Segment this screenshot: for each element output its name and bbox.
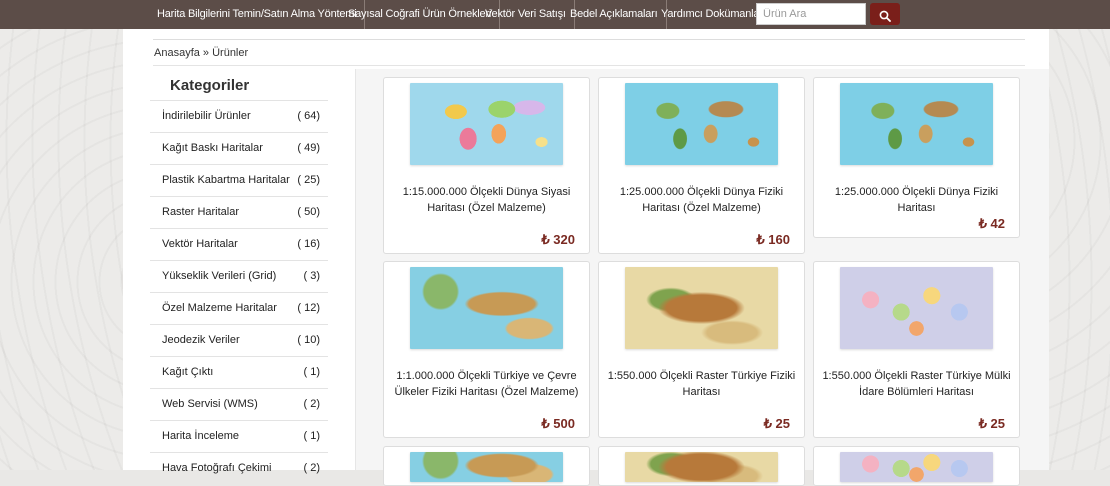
product-grid: 1:15.000.000 Ölçekli Dünya Siyasi Harita…: [356, 69, 1049, 486]
category-label: Kağıt Baskı Haritalar: [162, 142, 263, 154]
product-thumbnail-turkey-physical-map[interactable]: [625, 452, 778, 482]
category-item-vector[interactable]: Vektör Haritalar ( 16): [150, 228, 328, 260]
category-item-elevation-grid[interactable]: Yükseklik Verileri (Grid) ( 3): [150, 260, 328, 292]
nav-link-vector-sales[interactable]: Vektör Veri Satışı: [485, 0, 575, 29]
category-item-map-review[interactable]: Harita İnceleme ( 1): [150, 420, 328, 452]
category-label: Jeodezik Veriler: [162, 334, 240, 346]
product-title[interactable]: 1:25.000.000 Ölçekli Dünya Fiziki Harita…: [607, 184, 796, 216]
product-thumbnail-world-physical-map[interactable]: [840, 83, 993, 165]
category-label: Web Servisi (WMS): [162, 398, 258, 410]
product-thumbnail-world-physical-map[interactable]: [625, 83, 778, 165]
category-label: Vektör Haritalar: [162, 238, 238, 250]
product-price: ₺ 320: [541, 232, 575, 247]
category-count: ( 1): [303, 430, 321, 442]
product-thumbnail-turkey-physical-map[interactable]: [625, 267, 778, 349]
category-count: ( 50): [297, 206, 320, 218]
category-count: ( 2): [303, 398, 321, 410]
category-item-paper-print[interactable]: Kağıt Baskı Haritalar ( 49): [150, 132, 328, 164]
category-count: ( 64): [297, 110, 320, 122]
product-price: ₺ 500: [541, 416, 575, 431]
product-thumbnail-world-political-map[interactable]: [410, 83, 563, 165]
product-thumbnail-turkey-administrative-map[interactable]: [840, 452, 993, 482]
category-count: ( 2): [303, 462, 321, 474]
nav-link-digital-samples[interactable]: Sayısal Coğrafi Ürün Örnekleri: [348, 0, 501, 29]
product-price: ₺ 25: [978, 416, 1005, 431]
product-title[interactable]: 1:550.000 Ölçekli Raster Türkiye Mülki İ…: [822, 368, 1011, 400]
product-title[interactable]: 1:1.000.000 Ölçekli Türkiye ve Çevre Ülk…: [392, 368, 581, 400]
category-count: ( 10): [297, 334, 320, 346]
product-card[interactable]: 1:15.000.000 Ölçekli Dünya Siyasi Harita…: [383, 77, 590, 254]
product-card[interactable]: 1:550.000 Ölçekli Raster Türkiye Mülki İ…: [813, 261, 1020, 438]
product-title[interactable]: 1:15.000.000 Ölçekli Dünya Siyasi Harita…: [392, 184, 581, 216]
product-card[interactable]: 1:25.000.000 Ölçekli Dünya Fiziki Harita…: [598, 77, 805, 254]
category-item-plastic-relief[interactable]: Plastik Kabartma Haritalar ( 25): [150, 164, 328, 196]
nav-link-purchase-method[interactable]: Harita Bilgilerini Temin/Satın Alma Yönt…: [157, 0, 366, 29]
product-card[interactable]: 1:25.000.000 Ölçekli Dünya Fiziki Harita…: [813, 77, 1020, 238]
top-navigation: Harita Bilgilerini Temin/Satın Alma Yönt…: [0, 0, 1110, 29]
product-thumbnail-turkey-administrative-map[interactable]: [840, 267, 993, 349]
category-sidebar: Kategoriler İndirilebilir Ürünler ( 64) …: [150, 69, 356, 474]
product-thumbnail-turkey-region-physical-map[interactable]: [410, 267, 563, 349]
category-count: ( 12): [297, 302, 320, 314]
product-price: ₺ 160: [756, 232, 790, 247]
product-card[interactable]: [598, 446, 805, 486]
category-label: Harita İnceleme: [162, 430, 240, 442]
category-item-geodetic[interactable]: Jeodezik Veriler ( 10): [150, 324, 328, 356]
category-count: ( 16): [297, 238, 320, 250]
product-price: ₺ 25: [763, 416, 790, 431]
search-input[interactable]: [756, 3, 866, 25]
category-item-paper-output[interactable]: Kağıt Çıktı ( 1): [150, 356, 328, 388]
category-item-aerial-photo[interactable]: Hava Fotoğrafı Çekimi ( 2): [150, 452, 328, 484]
category-item-downloadable[interactable]: İndirilebilir Ürünler ( 64): [150, 100, 328, 132]
breadcrumb-divider: [153, 65, 1025, 66]
product-thumbnail-turkey-region-physical-map[interactable]: [410, 452, 563, 482]
category-label: Raster Haritalar: [162, 206, 240, 218]
category-item-raster[interactable]: Raster Haritalar ( 50): [150, 196, 328, 228]
category-label: Plastik Kabartma Haritalar: [162, 174, 290, 186]
product-price: ₺ 42: [978, 216, 1005, 231]
product-card[interactable]: 1:550.000 Ölçekli Raster Türkiye Fiziki …: [598, 261, 805, 438]
product-title[interactable]: 1:550.000 Ölçekli Raster Türkiye Fiziki …: [607, 368, 796, 400]
search-icon: [879, 10, 891, 22]
content-panel: Anasayfa » Ürünler Kategoriler İndirileb…: [123, 29, 1049, 486]
product-card[interactable]: [383, 446, 590, 486]
product-title[interactable]: 1:25.000.000 Ölçekli Dünya Fiziki Harita…: [822, 184, 1011, 216]
category-label: Özel Malzeme Haritalar: [162, 302, 277, 314]
category-label: Hava Fotoğrafı Çekimi: [162, 462, 272, 474]
nav-link-price-explanations[interactable]: Bedel Açıklamaları: [570, 0, 667, 29]
category-label: Yükseklik Verileri (Grid): [162, 270, 277, 282]
category-item-special-material[interactable]: Özel Malzeme Haritalar ( 12): [150, 292, 328, 324]
category-label: Kağıt Çıktı: [162, 366, 214, 378]
category-count: ( 25): [297, 174, 320, 186]
search-button[interactable]: [870, 3, 900, 25]
product-card[interactable]: [813, 446, 1020, 486]
category-count: ( 1): [303, 366, 321, 378]
category-count: ( 3): [303, 270, 321, 282]
nav-link-help-documents[interactable]: Yardımcı Dokümanlar: [661, 0, 771, 29]
breadcrumb[interactable]: Anasayfa » Ürünler: [154, 47, 248, 59]
product-card[interactable]: 1:1.000.000 Ölçekli Türkiye ve Çevre Ülk…: [383, 261, 590, 438]
category-item-wms[interactable]: Web Servisi (WMS) ( 2): [150, 388, 328, 420]
sidebar-title: Kategoriler: [170, 77, 250, 94]
category-list: İndirilebilir Ürünler ( 64) Kağıt Baskı …: [150, 100, 328, 484]
category-label: İndirilebilir Ürünler: [162, 110, 251, 122]
category-count: ( 49): [297, 142, 320, 154]
panel-divider: [153, 39, 1025, 40]
